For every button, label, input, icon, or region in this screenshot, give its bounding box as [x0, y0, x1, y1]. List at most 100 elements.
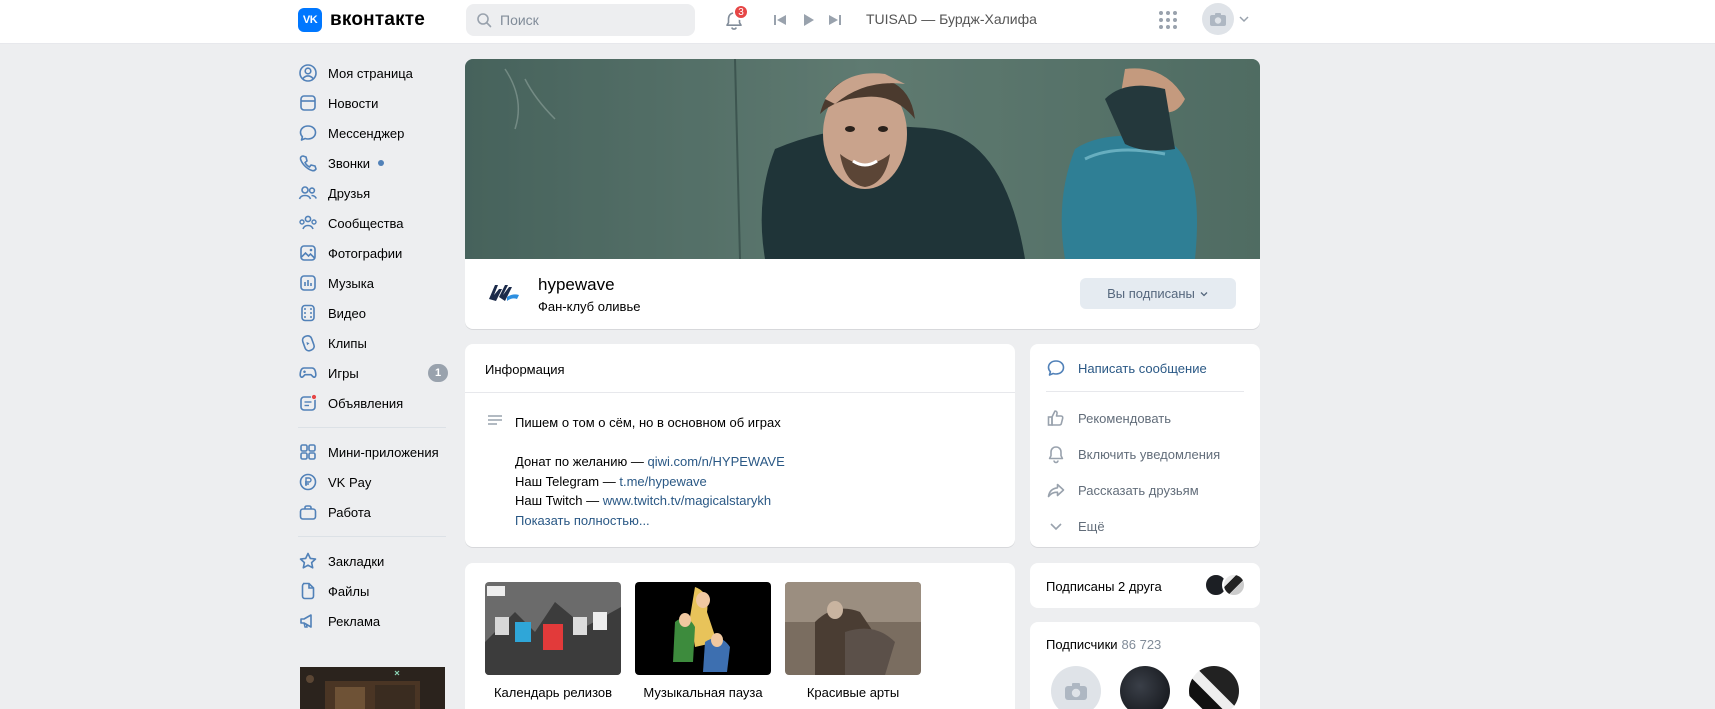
subscribed-label: Вы подписаны — [1107, 286, 1195, 301]
previous-track-icon[interactable] — [771, 12, 789, 28]
subscribers-title[interactable]: Подписчики 86 723 — [1046, 637, 1161, 652]
info-card: Информация Пишем о том о сём, но в основ… — [465, 344, 1015, 547]
sidebar-item-label: Реклама — [328, 613, 381, 629]
apps-grid-icon[interactable] — [1158, 10, 1178, 30]
sidebar-item-mini-apps[interactable]: Мини-приложения — [298, 437, 448, 467]
more-button[interactable]: Ещё — [1046, 516, 1105, 536]
sidebar-item-label: Клипы — [328, 335, 367, 351]
twitch-prefix: Наш Twitch — — [515, 493, 603, 508]
communities-icon — [299, 215, 317, 230]
star-icon — [299, 552, 317, 569]
sidebar-item-label: Новости — [328, 95, 379, 111]
description-icon — [488, 415, 502, 425]
info-description: Пишем о том о сём, но в основном об игра… — [515, 415, 781, 430]
recommend-button[interactable]: Рекомендовать — [1046, 408, 1171, 428]
album-item[interactable]: Музыкальная пауза — [635, 582, 771, 700]
subscribed-button[interactable]: Вы подписаны — [1080, 278, 1236, 309]
sidebar-item-messenger[interactable]: Мессенджер — [298, 118, 448, 148]
actions-card: Написать сообщение Рекомендовать Включит… — [1030, 344, 1260, 547]
left-navigation: Моя страница Новости Мессенджер Звонки Д… — [298, 58, 448, 636]
sidebar-item-work[interactable]: Работа — [298, 497, 448, 527]
subscribed-friends-text: Подписаны 2 друга — [1046, 579, 1162, 594]
news-icon — [300, 95, 316, 111]
album-cover — [635, 582, 771, 675]
subscribers-label: Подписчики — [1046, 637, 1118, 652]
message-icon — [1047, 360, 1065, 376]
group-status: Фан-клуб оливье — [538, 299, 641, 314]
friend-avatar[interactable] — [1222, 573, 1246, 597]
file-icon — [301, 582, 315, 600]
sidebar-item-video[interactable]: Видео — [298, 298, 448, 328]
subscriber-avatar[interactable] — [1189, 666, 1239, 709]
sidebar-item-games[interactable]: Игры 1 — [298, 358, 448, 388]
album-item[interactable]: Красивые арты — [785, 582, 921, 700]
donate-line: Донат по желанию — qiwi.com/n/HYPEWAVE — [515, 454, 785, 469]
sidebar-item-label: Фотографии — [328, 245, 403, 261]
subscriber-avatar[interactable] — [1120, 666, 1170, 709]
sidebar-item-clips[interactable]: Клипы — [298, 328, 448, 358]
group-avatar[interactable] — [481, 271, 525, 315]
notifications-badge: 3 — [733, 4, 749, 20]
bell-icon — [1048, 446, 1064, 464]
play-icon[interactable] — [799, 12, 817, 28]
sidebar-item-label: Сообщества — [328, 215, 404, 231]
sidebar-item-label: Закладки — [328, 553, 385, 569]
friends-icon — [298, 186, 318, 200]
video-icon — [301, 304, 315, 322]
vk-logo[interactable]: VK вконтакте — [298, 8, 425, 32]
search-input[interactable] — [500, 12, 680, 28]
chevron-down-icon — [1050, 523, 1062, 531]
subscriber-avatar[interactable] — [1051, 666, 1101, 709]
next-track-icon[interactable] — [826, 12, 844, 28]
album-title: Красивые арты — [806, 685, 900, 700]
group-name: hypewave — [538, 275, 615, 294]
cover-photo — [465, 59, 1260, 259]
sidebar-item-calls[interactable]: Звонки — [298, 148, 448, 178]
share-button[interactable]: Рассказать друзьям — [1046, 480, 1199, 500]
chevron-down-icon[interactable] — [1239, 15, 1249, 23]
write-message-label: Написать сообщение — [1078, 360, 1207, 376]
apps-icon — [300, 444, 316, 460]
sidebar-item-ads[interactable]: Реклама — [298, 606, 448, 636]
write-message-button[interactable]: Написать сообщение — [1046, 358, 1207, 378]
telegram-link[interactable]: t.me/hypewave — [619, 474, 706, 489]
sidebar-item-music[interactable]: Музыка — [298, 268, 448, 298]
sidebar-item-my-page[interactable]: Моя страница — [298, 58, 448, 88]
music-icon — [300, 275, 316, 291]
sidebar-item-classifieds[interactable]: Объявления — [298, 388, 448, 418]
sidebar-item-news[interactable]: Новости — [298, 88, 448, 118]
sidebar-item-friends[interactable]: Друзья — [298, 178, 448, 208]
donate-link[interactable]: qiwi.com/n/HYPEWAVE — [647, 454, 784, 469]
logo-text: вконтакте — [330, 9, 426, 30]
sidebar-item-label: Игры — [328, 365, 359, 381]
album-cover — [485, 582, 621, 675]
profile-avatar[interactable] — [1202, 3, 1234, 35]
group-cover-image — [465, 59, 1260, 259]
sidebar-item-files[interactable]: Файлы — [298, 576, 448, 606]
briefcase-icon — [299, 505, 317, 520]
sidebar-divider — [298, 427, 446, 428]
enable-notifications-button[interactable]: Включить уведомления — [1046, 444, 1220, 464]
recommend-label: Рекомендовать — [1078, 410, 1171, 426]
sidebar-ad-banner[interactable] — [300, 667, 445, 709]
sidebar-item-communities[interactable]: Сообщества — [298, 208, 448, 238]
sidebar-item-bookmarks[interactable]: Закладки — [298, 546, 448, 576]
more-label: Ещё — [1078, 518, 1105, 534]
vkpay-icon — [299, 473, 317, 491]
phone-icon — [299, 155, 317, 172]
sidebar-item-photos[interactable]: Фотографии — [298, 238, 448, 268]
show-more-link[interactable]: Показать полностью... — [515, 513, 650, 528]
sidebar-item-label: Файлы — [328, 583, 370, 599]
now-playing-track[interactable]: TUISAD — Бурдж-Халифа — [866, 11, 1037, 27]
info-title: Информация — [485, 362, 565, 377]
sidebar-item-vk-pay[interactable]: VK Pay — [298, 467, 448, 497]
subscribed-friends-card[interactable]: Подписаны 2 друга — [1030, 563, 1260, 608]
sidebar-item-label: Звонки — [328, 155, 370, 171]
twitch-link[interactable]: www.twitch.tv/magicalstarykh — [603, 493, 771, 508]
search-icon — [477, 13, 492, 28]
sidebar-item-label: Работа — [328, 504, 371, 520]
photo-icon — [300, 245, 316, 261]
search-box[interactable] — [466, 4, 695, 36]
sidebar-item-label: Мини-приложения — [328, 444, 439, 460]
album-item[interactable]: Календарь релизов — [485, 582, 621, 700]
